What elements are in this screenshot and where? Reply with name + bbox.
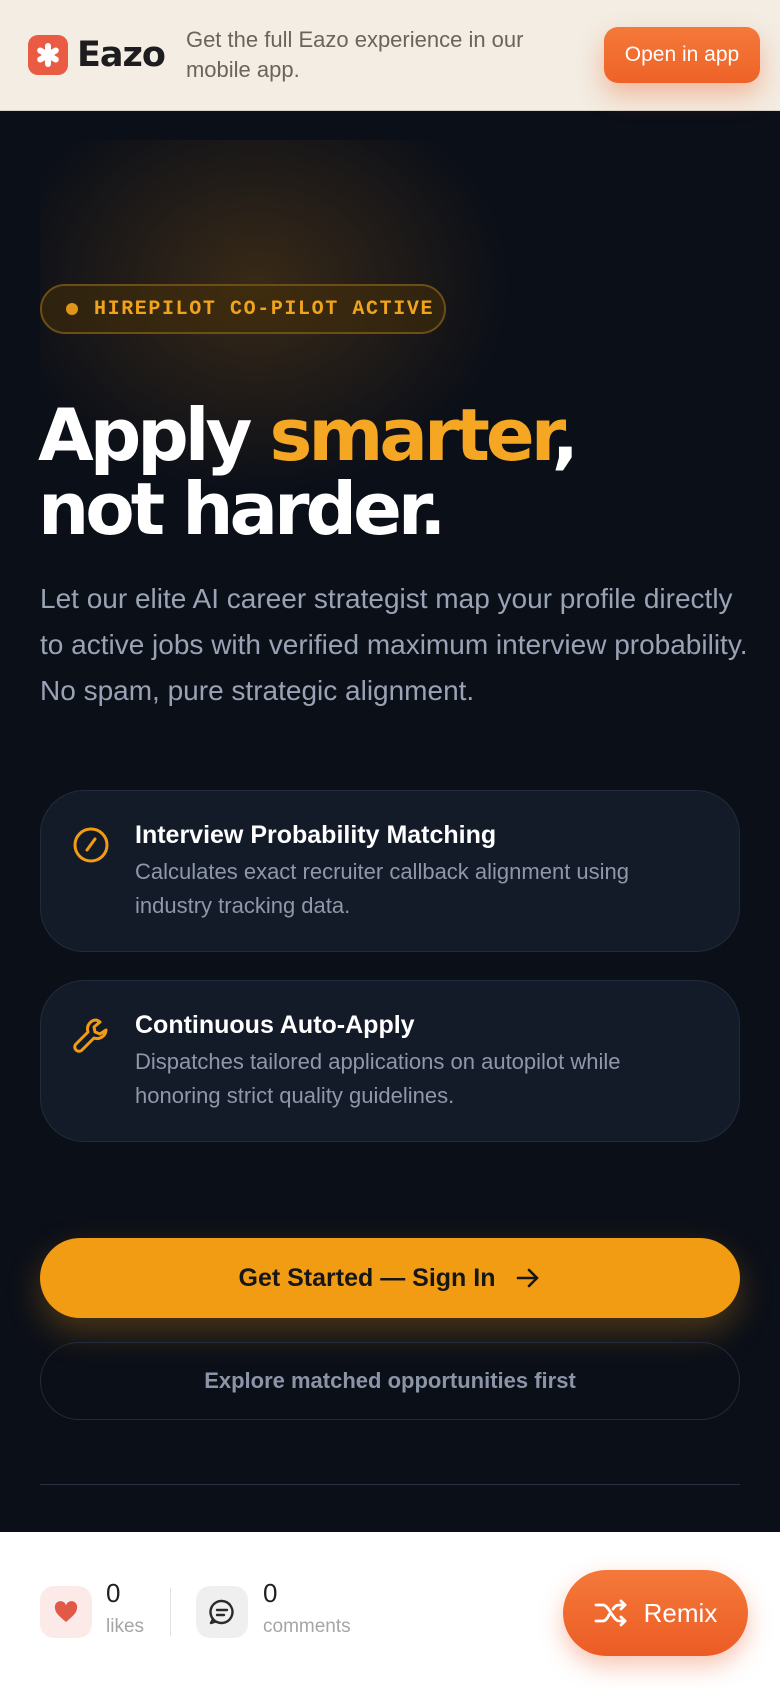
headline-line2: not harder. [38,467,447,551]
stats-divider [170,1588,171,1636]
headline-part1: Apply [38,393,270,477]
comments-count: 0 [263,1578,278,1608]
feature-card-auto-apply: Continuous Auto-Apply Dispatches tailore… [40,980,740,1142]
gauge-icon [73,827,109,863]
comments-label: comments [263,1616,351,1637]
likes-label: likes [106,1616,145,1637]
brand-name: Eazo [77,35,166,75]
status-badge: HIREPILOT CO-PILOT ACTIVE [40,284,446,334]
heart-icon [54,1601,78,1622]
status-badge-label: HIREPILOT CO-PILOT ACTIVE [94,297,435,321]
shuffle-icon [594,1599,627,1627]
likes-count: 0 [106,1578,121,1608]
banner-message: Get the full Eazo experience in our mobi… [185,27,524,82]
feature-card-probability: Interview Probability Matching Calculate… [40,790,740,952]
comment-button[interactable] [196,1586,248,1638]
explore-opportunities-button[interactable]: Explore matched opportunities first [40,1342,740,1420]
feature-description: Dispatches tailored applications on auto… [135,1049,621,1108]
app-banner: Eazo Get the full Eazo experience in our… [0,0,780,111]
bottom-bar: 0 likes 0 comments Remix [0,1532,780,1688]
arrow-right-icon [517,1268,539,1288]
like-button[interactable] [40,1586,92,1638]
feature-title: Continuous Auto-Apply [135,1011,415,1039]
wrench-icon [73,1018,108,1053]
hero-headline: Apply smarter, not harder. [38,398,738,546]
status-dot-icon [66,303,78,315]
headline-part2: , [551,393,579,477]
remix-label: Remix [643,1597,718,1628]
open-in-app-button[interactable]: Open in app [604,27,760,83]
remix-button[interactable]: Remix [563,1570,748,1656]
get-started-button[interactable]: Get Started — Sign In [40,1238,740,1318]
headline-accent: smarter [269,393,555,477]
section-divider [40,1484,740,1485]
comment-icon [209,1599,234,1625]
hero-subtitle: Let our elite AI career strategist map y… [40,583,748,706]
eazo-logo-icon [28,35,68,75]
feature-title: Interview Probability Matching [135,821,497,849]
feature-description: Calculates exact recruiter callback alig… [135,859,630,918]
get-started-label: Get Started — Sign In [238,1263,496,1292]
